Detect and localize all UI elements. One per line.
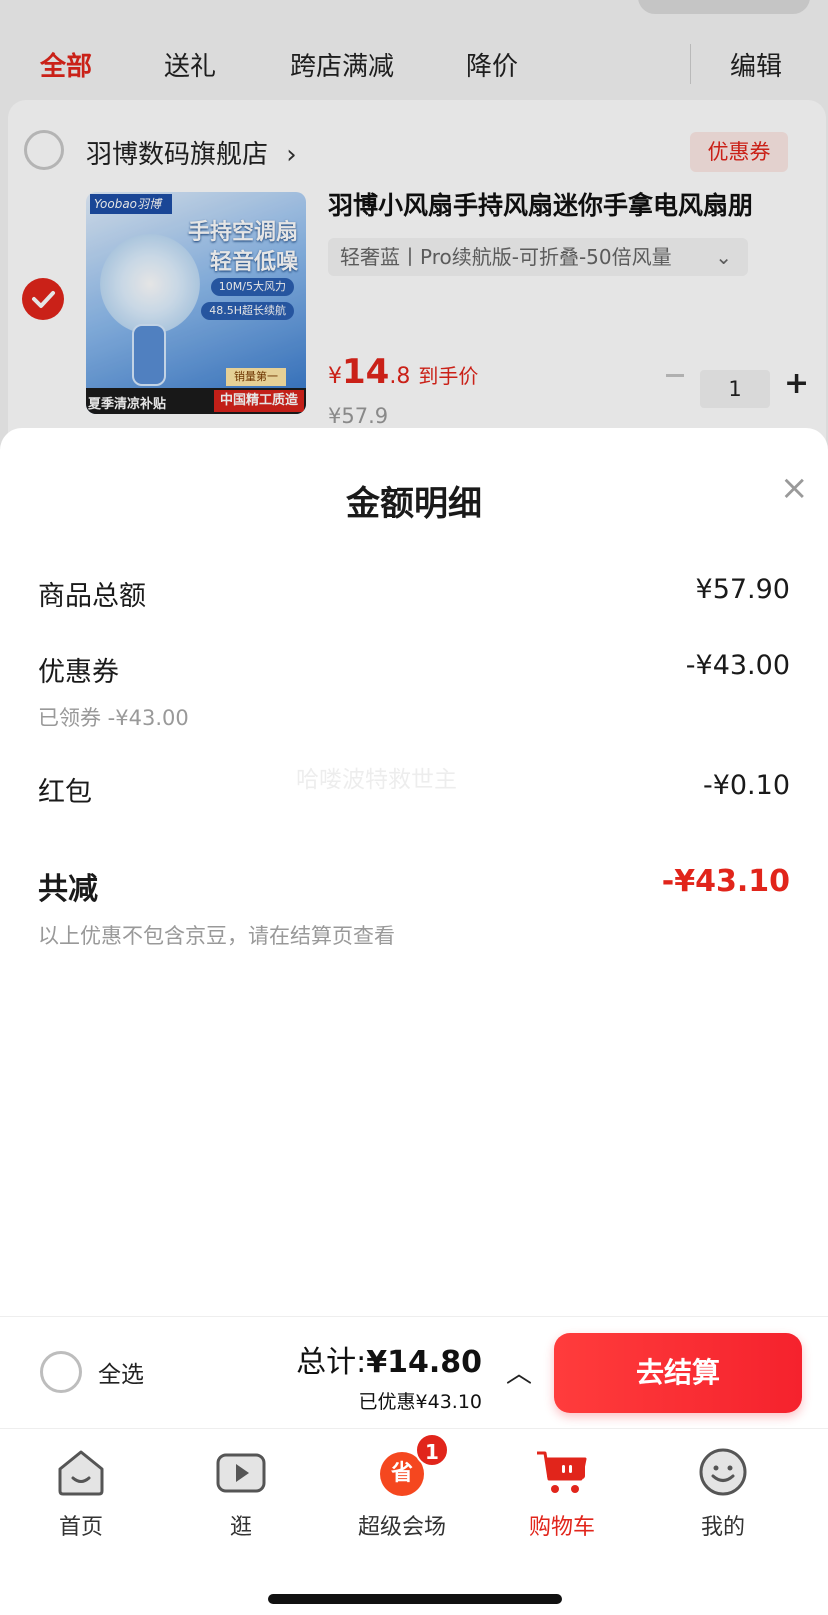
total-amount: 总计:¥14.80	[296, 1337, 482, 1381]
coupon-label: 优惠券	[38, 657, 119, 688]
watermark: 哈喽波特救世主	[296, 767, 457, 793]
total-label: 总计:	[296, 1345, 367, 1380]
bottom-tab-bar: 首页 逛 省 1 超级会场 购物车 我的	[0, 1428, 828, 1615]
red-packet-label: 红包	[38, 777, 92, 808]
tab-profile-label: 我的	[700, 1515, 745, 1540]
select-all-label[interactable]: 全选	[98, 1355, 144, 1389]
video-play-icon	[214, 1447, 268, 1497]
tab-profile[interactable]: 我的	[663, 1447, 783, 1547]
sheet-title: 金额明细	[346, 484, 482, 524]
tab-browse-label: 逛	[229, 1515, 252, 1540]
tab-super-venue[interactable]: 省 1 超级会场	[342, 1433, 462, 1547]
sheet-backdrop[interactable]	[0, 0, 828, 460]
cart-page: 全部 送礼 跨店满减 降价 编辑 羽博数码旗舰店 › 优惠券 Yoobao羽博 …	[0, 0, 828, 460]
total-value: ¥14.80	[366, 1345, 482, 1380]
total-discount-value: -¥43.10	[661, 864, 790, 899]
coupon-value: -¥43.00	[685, 650, 790, 681]
smiley-profile-icon	[696, 1447, 750, 1497]
notification-badge: 1	[415, 1433, 449, 1467]
saved-amount: 已优惠¥43.10	[358, 1391, 482, 1413]
red-packet-value: -¥0.10	[702, 770, 790, 801]
home-icon	[54, 1447, 108, 1497]
tab-super-venue-label: 超级会场	[357, 1515, 446, 1540]
subtotal-label: 商品总额	[38, 581, 146, 612]
coupon-sub: 已领券 -¥43.00	[38, 706, 189, 730]
tab-home-label: 首页	[58, 1515, 103, 1540]
tab-cart-label: 购物车	[528, 1515, 595, 1540]
checkout-button[interactable]: 去结算	[554, 1333, 802, 1413]
checkout-bar: 全选 总计:¥14.80 已优惠¥43.10 ︿ 去结算	[0, 1316, 828, 1428]
close-icon[interactable]: ×	[780, 468, 809, 508]
home-indicator	[268, 1594, 562, 1604]
tab-browse[interactable]: 逛	[181, 1447, 301, 1547]
select-all-radio[interactable]	[40, 1351, 82, 1393]
super-venue-icon: 省 1	[375, 1433, 449, 1497]
amount-detail-sheet: 金额明细 × 商品总额 ¥57.90 优惠券 -¥43.00 已领券 -¥43.…	[0, 428, 828, 1316]
total-discount-label: 共减	[38, 872, 98, 907]
tab-cart[interactable]: 购物车	[502, 1447, 622, 1547]
chevron-up-icon[interactable]: ︿	[506, 1353, 532, 1390]
subtotal-value: ¥57.90	[695, 574, 790, 605]
cart-icon	[535, 1447, 589, 1497]
discount-note: 以上优惠不包含京豆，请在结算页查看	[38, 924, 395, 948]
tab-home[interactable]: 首页	[21, 1447, 141, 1547]
